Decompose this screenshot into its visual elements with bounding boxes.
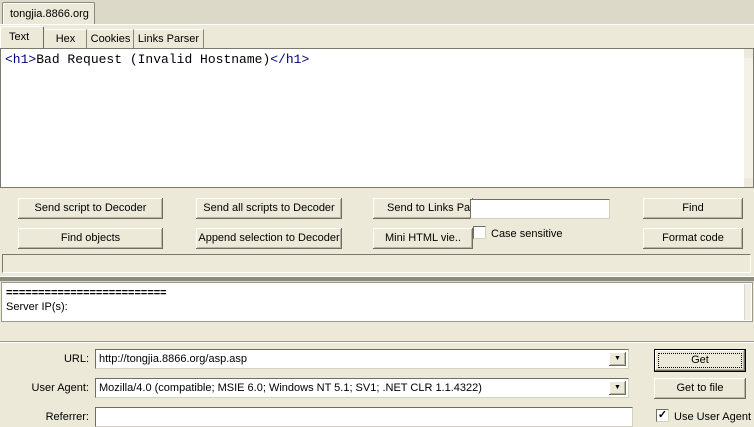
tab-links-parser[interactable]: Links Parser xyxy=(134,29,204,48)
use-user-agent-label: Use User Agent xyxy=(674,411,752,423)
info-separator-line: ========================= xyxy=(6,287,167,299)
tab-cookies[interactable]: Cookies xyxy=(88,29,134,48)
chevron-down-icon: ▼ xyxy=(614,384,621,391)
code-body-text: Bad Request (Invalid Hostname) xyxy=(36,52,271,67)
append-selection-to-decoder-button[interactable]: Append selection to Decoder xyxy=(196,228,342,249)
code-close-tag: </h1> xyxy=(270,52,310,67)
referrer-input[interactable] xyxy=(99,410,629,424)
chevron-down-icon: ▼ xyxy=(614,355,621,362)
referrer-field-wrap xyxy=(95,407,633,427)
send-script-to-decoder-button[interactable]: Send script to Decoder xyxy=(18,198,163,219)
focus-rect xyxy=(658,353,742,368)
send-all-scripts-label: Send all scripts to Decoder xyxy=(203,202,335,214)
server-ips-label: Server IP(s): xyxy=(6,301,68,313)
use-user-agent-checkbox[interactable]: ✓ xyxy=(656,409,669,422)
url-label: URL: xyxy=(63,353,89,365)
session-tab[interactable]: tongjia.8866.org xyxy=(2,2,95,24)
server-info-panel[interactable]: ========================= Server IP(s): xyxy=(1,282,753,322)
user-agent-input[interactable] xyxy=(99,381,607,395)
find-button[interactable]: Find xyxy=(643,198,743,219)
find-label: Find xyxy=(682,202,704,214)
send-to-links-label: Send to Links Pa xyxy=(387,202,471,214)
view-tab-strip: Text Hex Cookies Links Parser xyxy=(0,25,754,48)
mini-html-view-label: Mini HTML vie.. xyxy=(385,232,461,244)
find-objects-button[interactable]: Find objects xyxy=(18,228,163,249)
tab-text[interactable]: Text xyxy=(0,26,44,48)
info-panel-scrollbar[interactable] xyxy=(744,284,751,320)
response-editor[interactable]: <h1>Bad Request (Invalid Hostname)</h1> xyxy=(0,48,754,188)
tab-text-label: Text xyxy=(9,31,30,43)
case-sensitive-checkbox[interactable] xyxy=(473,226,486,239)
session-tab-label: tongjia.8866.org xyxy=(10,8,89,20)
user-agent-combobox: ▼ xyxy=(95,378,629,398)
url-dropdown-button[interactable]: ▼ xyxy=(609,352,626,366)
tab-hex-label: Hex xyxy=(55,33,76,45)
scroll-down-icon[interactable] xyxy=(744,178,753,187)
code-open-tag: <h1> xyxy=(5,52,37,67)
mini-html-view-button[interactable]: Mini HTML vie.. xyxy=(373,228,473,249)
user-agent-label: User Agent: xyxy=(31,382,89,394)
find-objects-label: Find objects xyxy=(60,232,121,244)
append-selection-label: Append selection to Decoder xyxy=(198,232,340,244)
tab-links-parser-label: Links Parser xyxy=(137,33,200,45)
find-text-field-wrap xyxy=(470,199,610,219)
status-bar xyxy=(2,254,751,273)
case-sensitive-label: Case sensitive xyxy=(491,228,563,240)
scroll-up-icon[interactable] xyxy=(744,49,753,58)
form-divider-highlight xyxy=(0,342,754,343)
send-script-to-decoder-label: Send script to Decoder xyxy=(34,202,147,214)
send-to-links-parser-button[interactable]: Send to Links Pa xyxy=(373,198,473,219)
app-window: tongjia.8866.org Text Hex Cookies Links … xyxy=(0,0,754,427)
check-icon: ✓ xyxy=(657,409,668,421)
editor-scrollbar[interactable] xyxy=(744,49,753,187)
session-tab-bar xyxy=(0,0,754,24)
find-text-input[interactable] xyxy=(474,202,606,216)
format-code-label: Format code xyxy=(662,232,724,244)
get-button[interactable]: Get xyxy=(654,349,746,372)
tab-hex[interactable]: Hex xyxy=(45,29,87,48)
get-to-file-label: Get to file xyxy=(676,382,724,394)
send-all-scripts-to-decoder-button[interactable]: Send all scripts to Decoder xyxy=(196,198,342,219)
referrer-label: Referrer: xyxy=(45,411,89,423)
url-combobox: ▼ xyxy=(95,349,629,369)
tab-cookies-label: Cookies xyxy=(90,33,131,45)
format-code-button[interactable]: Format code xyxy=(643,228,743,249)
user-agent-dropdown-button[interactable]: ▼ xyxy=(609,381,626,395)
url-input[interactable] xyxy=(99,352,607,366)
response-code: <h1>Bad Request (Invalid Hostname)</h1> xyxy=(1,49,753,70)
get-to-file-button[interactable]: Get to file xyxy=(654,378,746,399)
